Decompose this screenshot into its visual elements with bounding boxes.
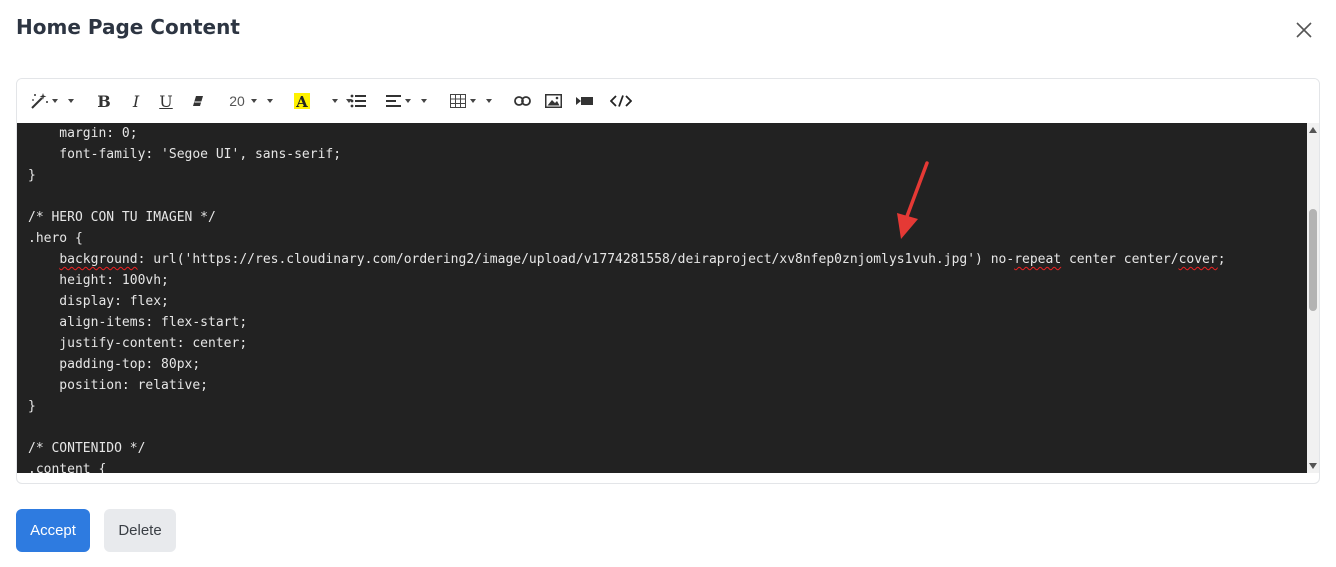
- editor-toolbar: B I U 20 A: [17, 79, 1319, 123]
- code-line: font-family: 'Segoe UI', sans-serif;: [28, 147, 342, 162]
- code-scrollbar[interactable]: [1307, 123, 1319, 473]
- accept-button[interactable]: Accept: [16, 509, 90, 552]
- scroll-up-icon[interactable]: [1309, 127, 1317, 133]
- font-size-value: 20: [229, 93, 245, 109]
- eraser-icon: [191, 94, 205, 108]
- code-line: margin: 0;: [28, 126, 138, 141]
- italic-button[interactable]: I: [128, 90, 144, 112]
- code-line: align-items: flex-start;: [28, 315, 248, 330]
- table-dropdown[interactable]: [447, 90, 495, 112]
- bullet-list-button[interactable]: [348, 90, 368, 112]
- link-icon: [513, 96, 531, 106]
- magic-wand-icon: [29, 92, 49, 110]
- video-icon: [575, 96, 593, 106]
- code-line: /* HERO CON TU IMAGEN */: [28, 210, 216, 225]
- chevron-down-icon: [250, 99, 257, 103]
- rich-text-editor: B I U 20 A margin: 0; font-family: 'Sego…: [16, 78, 1320, 484]
- chevron-down-icon: [332, 99, 338, 103]
- code-line: .hero {: [28, 231, 83, 246]
- chevron-down-icon: [51, 99, 58, 103]
- modal-title: Home Page Content: [16, 15, 240, 39]
- font-color-icon: A: [293, 91, 311, 111]
- scroll-down-icon[interactable]: [1309, 463, 1317, 469]
- align-left-icon: [385, 95, 401, 107]
- code-line: position: relative;: [28, 378, 209, 393]
- code-line: .content {: [28, 462, 107, 473]
- annotation-arrow-icon: [897, 161, 929, 239]
- align-dropdown[interactable]: [381, 90, 431, 112]
- close-icon[interactable]: [1294, 20, 1314, 40]
- chevron-down-icon: [404, 99, 411, 103]
- code-line: }: [28, 399, 36, 414]
- table-icon: [450, 94, 466, 108]
- chevron-down-icon: [486, 99, 492, 103]
- code-line: display: flex;: [28, 294, 169, 309]
- code-line: }: [28, 168, 36, 183]
- underline-button[interactable]: U: [158, 90, 174, 112]
- code-editor[interactable]: margin: 0; font-family: 'Segoe UI', sans…: [17, 123, 1307, 473]
- code-view-button[interactable]: [609, 90, 633, 112]
- chevron-down-icon: [67, 99, 74, 103]
- clear-format-button[interactable]: [189, 90, 207, 112]
- code-line: /* CONTENIDO */: [28, 441, 146, 456]
- code-line: background: url('https://res.cloudinary.…: [59, 252, 1226, 267]
- scrollbar-thumb[interactable]: [1309, 209, 1317, 311]
- text-color-button[interactable]: A: [292, 90, 312, 112]
- insert-image-button[interactable]: [543, 90, 563, 112]
- style-dropdown[interactable]: [27, 90, 75, 112]
- insert-link-button[interactable]: [512, 90, 532, 112]
- code-icon: [610, 95, 632, 107]
- delete-button[interactable]: Delete: [104, 509, 176, 552]
- chevron-down-icon: [266, 99, 273, 103]
- font-size-dropdown[interactable]: 20: [227, 90, 275, 112]
- svg-text:A: A: [295, 93, 308, 111]
- code-line: justify-content: center;: [28, 336, 248, 351]
- image-icon: [544, 94, 562, 108]
- insert-video-button[interactable]: [574, 90, 594, 112]
- code-line: height: 100vh;: [28, 273, 169, 288]
- chevron-down-icon: [420, 99, 427, 103]
- bold-button[interactable]: B: [96, 90, 112, 112]
- chevron-down-icon: [470, 99, 476, 103]
- list-icon: [350, 94, 366, 108]
- code-line: padding-top: 80px;: [28, 357, 201, 372]
